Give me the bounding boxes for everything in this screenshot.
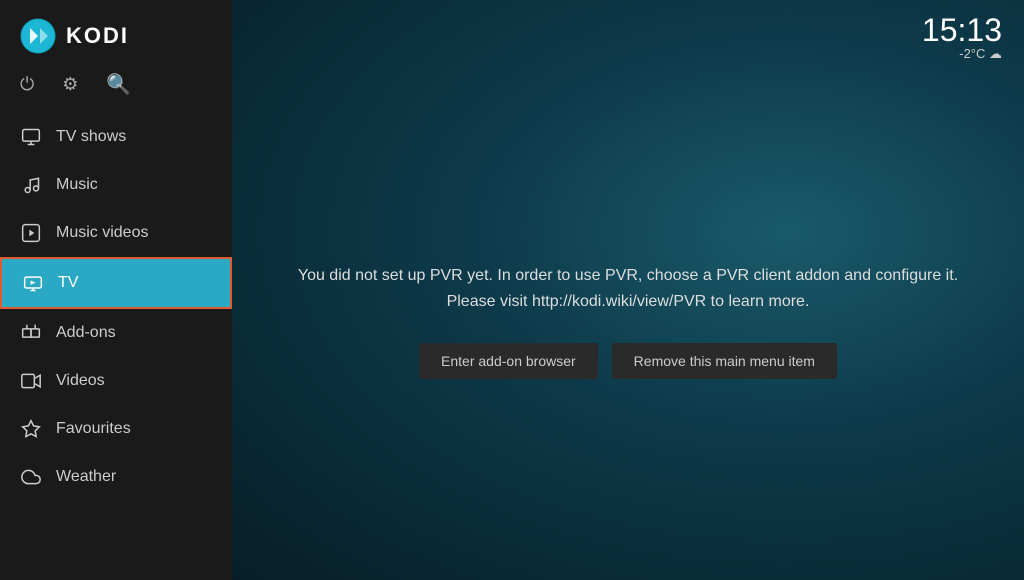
sidebar-item-music-videos-label: Music videos <box>56 224 148 242</box>
sidebar-item-music-videos[interactable]: Music videos <box>0 209 232 257</box>
sidebar-item-add-ons-label: Add-ons <box>56 324 116 342</box>
sidebar-item-tv-shows-label: TV shows <box>56 128 126 146</box>
tv-icon <box>22 272 44 294</box>
add-ons-icon <box>20 322 42 344</box>
logo-area: KODI <box>0 0 232 64</box>
sidebar-item-add-ons[interactable]: Add-ons <box>0 309 232 357</box>
sidebar-item-favourites-label: Favourites <box>56 420 131 438</box>
sidebar-item-weather-label: Weather <box>56 468 116 486</box>
pvr-message-line2: Please visit http://kodi.wiki/view/PVR t… <box>447 293 810 310</box>
kodi-logo-icon <box>20 18 56 54</box>
sidebar-item-weather[interactable]: Weather <box>0 453 232 501</box>
sidebar-item-videos[interactable]: Videos <box>0 357 232 405</box>
sidebar-item-tv[interactable]: TV <box>0 257 232 309</box>
kodi-title: KODI <box>66 23 129 49</box>
pvr-message-area: You did not set up PVR yet. In order to … <box>232 62 1024 580</box>
sidebar-item-tv-label: TV <box>58 274 78 292</box>
favourites-icon <box>20 418 42 440</box>
clock-weather: -2°C ☁ <box>922 46 1002 62</box>
sidebar-item-tv-shows[interactable]: TV shows <box>0 113 232 161</box>
sidebar-item-music-label: Music <box>56 176 98 194</box>
sidebar-item-music[interactable]: Music <box>0 161 232 209</box>
tv-shows-icon <box>20 126 42 148</box>
nav-menu: TV shows Music Music videos TV Add-ons <box>0 113 232 580</box>
toolbar: ⏻ ⚙ 🔍 <box>0 64 232 113</box>
pvr-message-line1: You did not set up PVR yet. In order to … <box>298 267 958 284</box>
clock-area: 15:13 -2°C ☁ <box>922 14 1002 62</box>
weather-icon <box>20 466 42 488</box>
top-bar: 15:13 -2°C ☁ <box>232 0 1024 62</box>
remove-main-menu-item-button[interactable]: Remove this main menu item <box>612 343 837 379</box>
search-icon[interactable]: 🔍 <box>106 72 131 97</box>
sidebar: KODI ⏻ ⚙ 🔍 TV shows Music Music videos <box>0 0 232 580</box>
sidebar-item-videos-label: Videos <box>56 372 105 390</box>
music-icon <box>20 174 42 196</box>
pvr-message-text: You did not set up PVR yet. In order to … <box>298 263 958 314</box>
pvr-buttons: Enter add-on browser Remove this main me… <box>419 343 837 379</box>
clock-time: 15:13 <box>922 14 1002 46</box>
music-videos-icon <box>20 222 42 244</box>
main-content: 15:13 -2°C ☁ You did not set up PVR yet.… <box>232 0 1024 580</box>
power-icon[interactable]: ⏻ <box>20 74 34 95</box>
settings-icon[interactable]: ⚙ <box>62 74 78 95</box>
videos-icon <box>20 370 42 392</box>
enter-addon-browser-button[interactable]: Enter add-on browser <box>419 343 598 379</box>
sidebar-item-favourites[interactable]: Favourites <box>0 405 232 453</box>
